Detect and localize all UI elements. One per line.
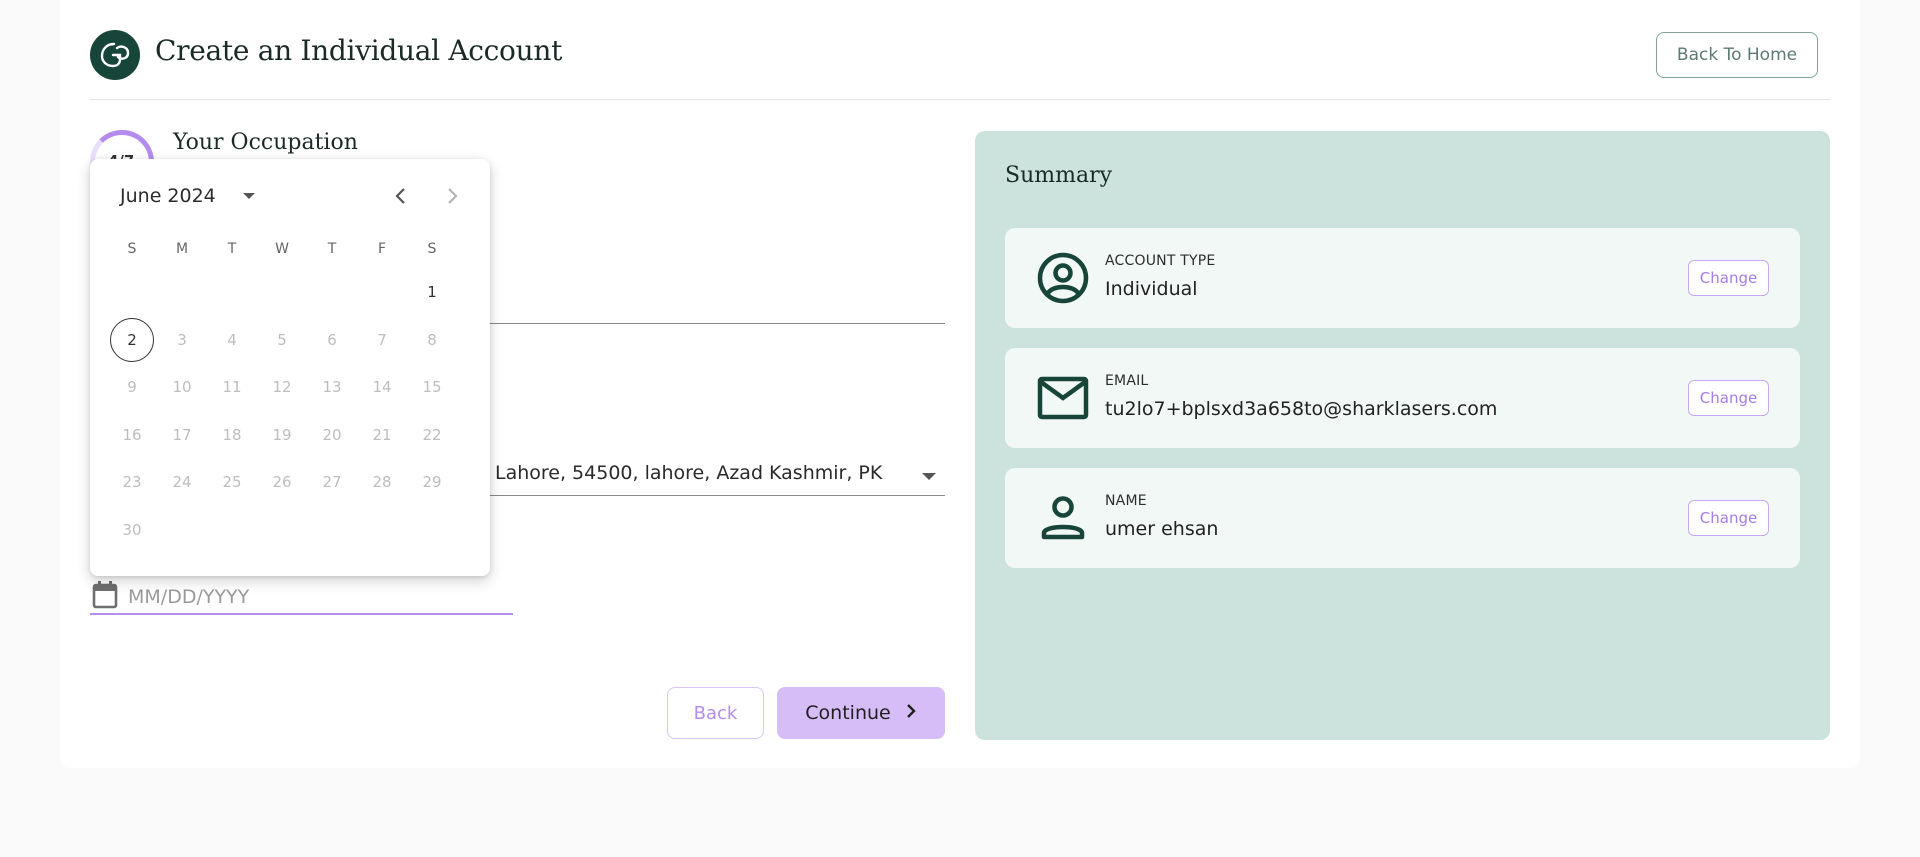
- change-account-type-button[interactable]: Change: [1688, 260, 1769, 296]
- calendar-day: 23: [122, 473, 142, 491]
- back-to-home-button[interactable]: Back To Home: [1656, 32, 1818, 78]
- calendar-icon[interactable]: [92, 581, 118, 613]
- summary-panel: Summary ACCOUNT TYPE Individual Change E…: [975, 131, 1830, 740]
- chevron-right-icon: [905, 702, 917, 724]
- continue-label: Continue: [805, 702, 891, 724]
- calendar-day: 19: [272, 426, 292, 444]
- birth-date-input[interactable]: [128, 580, 508, 614]
- calendar-day: 3: [177, 331, 187, 349]
- summary-value: umer ehsan: [1105, 518, 1219, 540]
- calendar-day: 8: [427, 331, 437, 349]
- calendar-day: 25: [222, 473, 242, 491]
- calendar-day: 10: [172, 378, 192, 396]
- calendar-day: 6: [327, 331, 337, 349]
- calendar-day: 28: [372, 473, 392, 491]
- calendar-day: 4: [227, 331, 237, 349]
- occupation-field-underline: [490, 323, 945, 324]
- calendar-day: 17: [172, 426, 192, 444]
- brand-logo-icon: [90, 30, 140, 80]
- calendar-day[interactable]: 2: [110, 318, 154, 362]
- weekday-header: S: [127, 241, 137, 257]
- summary-email-card: EMAIL tu2lo7+bplsxd3a658to@sharklasers.c…: [1005, 348, 1800, 448]
- weekday-header: W: [275, 241, 289, 257]
- calendar-day: 29: [422, 473, 442, 491]
- calendar-day: 5: [277, 331, 287, 349]
- summary-account-type-card: ACCOUNT TYPE Individual Change: [1005, 228, 1800, 328]
- calendar-day: 26: [272, 473, 292, 491]
- calendar-day: 15: [422, 378, 442, 396]
- month-year-label[interactable]: June 2024: [120, 185, 216, 207]
- calendar-day: 18: [222, 426, 242, 444]
- previous-month-icon[interactable]: [389, 184, 413, 208]
- address-select-value[interactable]: Lahore, 54500, lahore, Azad Kashmir, PK: [495, 462, 882, 484]
- calendar-day: 21: [372, 426, 392, 444]
- page-title: Create an Individual Account: [155, 34, 563, 67]
- address-field-underline: [490, 495, 945, 496]
- change-name-button[interactable]: Change: [1688, 500, 1769, 536]
- calendar-day: 7: [377, 331, 387, 349]
- calendar-day: 27: [322, 473, 342, 491]
- calendar-day: 30: [122, 521, 142, 539]
- summary-label: NAME: [1105, 493, 1147, 509]
- summary-name-card: NAME umer ehsan Change: [1005, 468, 1800, 568]
- date-field-underline: [90, 613, 513, 615]
- calendar-day: 14: [372, 378, 392, 396]
- summary-label: EMAIL: [1105, 373, 1149, 389]
- section-title: Your Occupation: [173, 130, 358, 155]
- weekday-header: M: [175, 241, 189, 257]
- weekday-header: F: [377, 241, 387, 257]
- chevron-down-icon[interactable]: [922, 473, 936, 480]
- weekday-header: T: [327, 241, 337, 257]
- calendar-day[interactable]: 1: [410, 270, 454, 314]
- calendar-day: 22: [422, 426, 442, 444]
- person-icon: [1037, 492, 1089, 544]
- summary-value: tu2lo7+bplsxd3a658to@sharklasers.com: [1105, 398, 1498, 420]
- summary-value: Individual: [1105, 278, 1198, 300]
- weekday-header: S: [427, 241, 437, 257]
- summary-title: Summary: [1005, 163, 1113, 188]
- calendar-day: 24: [172, 473, 192, 491]
- next-month-icon[interactable]: [440, 184, 464, 208]
- calendar-day: 11: [222, 378, 242, 396]
- change-email-button[interactable]: Change: [1688, 380, 1769, 416]
- back-button[interactable]: Back: [667, 687, 764, 739]
- calendar-day: 9: [127, 378, 137, 396]
- email-icon: [1037, 372, 1089, 424]
- calendar-day: 12: [272, 378, 292, 396]
- date-picker-popup: June 2024 S M T W T F S 1 2 3 4 5 6 7 8 9 10 11 12 13 14 15 16…: [90, 159, 490, 576]
- weekday-header: T: [227, 241, 237, 257]
- month-dropdown-icon[interactable]: [243, 193, 255, 199]
- calendar-day: 13: [322, 378, 342, 396]
- continue-button[interactable]: Continue: [777, 687, 945, 739]
- calendar-day: 16: [122, 426, 142, 444]
- calendar-day: 20: [322, 426, 342, 444]
- account-circle-icon: [1037, 252, 1089, 304]
- summary-label: ACCOUNT TYPE: [1105, 253, 1216, 269]
- header-divider: [90, 99, 1830, 100]
